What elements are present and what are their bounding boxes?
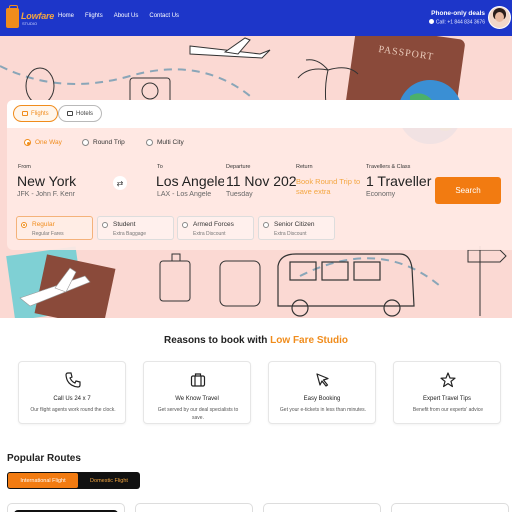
fare-regular-name: Regular [32,221,55,228]
class-value: Economy [366,191,396,198]
fare-armed-forces[interactable]: Armed Forces Extra Discount [177,216,254,240]
route-card[interactable] [391,503,509,512]
reasons-heading-prefix: Reasons to book with [164,335,271,346]
popular-routes-heading: Popular Routes [7,453,81,464]
departure-label: Departure [226,164,251,170]
return-label: Return [296,164,313,170]
radio-armed-forces[interactable] [182,222,188,228]
reason-title: Call Us 24 x 7 [53,396,91,402]
luggage-sketch [159,253,261,307]
fare-senior-citizen-sub: Extra Discount [274,231,307,237]
route-card[interactable] [263,503,381,512]
fare-senior-citizen[interactable]: Senior Citizen Extra Discount [258,216,335,240]
to-airport: LAX - Los Angele [157,191,212,198]
trip-round-trip[interactable]: Round Trip [82,139,125,146]
reason-text: Get your e-tickets in less than minutes. [279,407,367,413]
suitcase-icon [6,5,19,28]
return-round-trip-note[interactable]: Book Round Trip to save extra [296,177,368,197]
radio-senior-citizen[interactable] [263,222,269,228]
radio-multi-city[interactable] [146,139,153,146]
reason-card-travel: We Know Travel Get served by our deal sp… [143,361,251,424]
nav-about-us[interactable]: About Us [114,13,139,19]
radio-regular[interactable] [21,222,27,228]
fare-student-sub: Extra Baggage [113,231,147,237]
deals-phone: Call: +1 844 834 3676 [428,19,485,26]
fare-student[interactable]: Student Extra Baggage [97,216,174,240]
flight-search-panel: Flights Hotels One Way Round Trip Multi … [7,100,512,250]
reasons-heading: Reasons to book with Low Fare Studio [0,335,512,346]
phone-deals[interactable]: Phone-only deals Call: +1 844 834 3676 [428,10,485,26]
from-airport: JFK - John F. Kenr [17,191,75,198]
travellers-value[interactable]: 1 Traveller [366,173,436,189]
tab-hotels-label: Hotels [76,110,94,117]
departure-day: Tuesday [226,191,253,198]
from-label: From [18,164,31,170]
swap-icon[interactable]: ⇄ [113,176,127,190]
airplane-sketch [189,37,271,59]
signpost-sketch [467,246,507,316]
route-card[interactable] [135,503,253,512]
radio-one-way[interactable] [24,139,31,146]
departure-date[interactable]: 11 Nov 202 [226,173,296,189]
fare-regular[interactable]: Regular Regular Fares [16,216,93,240]
search-tabs-bar: Flights Hotels [7,100,512,128]
reason-title: Easy Booking [303,396,341,402]
site-logo[interactable]: Lowfare STUDIO [6,5,54,30]
main-nav: Home Flights About Us Contact Us [58,13,179,19]
nav-home[interactable]: Home [58,13,74,19]
fare-senior-citizen-name: Senior Citizen [274,221,315,228]
route-card[interactable] [7,503,125,512]
site-header: Lowfare STUDIO Home Flights About Us Con… [0,0,512,36]
trip-round-trip-label: Round Trip [93,139,125,146]
reason-title: Expert Travel Tips [422,396,472,402]
reason-title: We Know Travel [175,396,219,402]
to-label: To [157,164,163,170]
from-city[interactable]: New York [17,173,105,189]
briefcase-icon [190,373,206,387]
reason-text: Get served by our deal specialists to sa… [157,407,239,421]
fare-armed-forces-name: Armed Forces [193,221,234,228]
tab-hotels[interactable]: Hotels [58,105,103,122]
phone-number: Call: +1 844 834 3676 [435,19,485,26]
nav-contact-us[interactable]: Contact Us [149,13,179,19]
plane-icon [22,111,28,116]
radio-round-trip[interactable] [82,139,89,146]
reason-text: Benefit from our experts' advice [412,407,484,413]
fare-regular-sub: Regular Fares [32,231,64,237]
hotel-icon [67,111,73,116]
fare-student-name: Student [113,221,136,228]
toggle-international[interactable]: International Flight [8,473,78,488]
tab-flights[interactable]: Flights [13,105,58,122]
toggle-domestic[interactable]: Domestic Flight [79,473,139,488]
reasons-heading-brand: Low Fare Studio [270,335,348,346]
star-icon [440,372,456,388]
to-city[interactable]: Los Angele [156,173,224,189]
search-button[interactable]: Search [435,177,501,204]
trip-multi-city-label: Multi City [157,139,184,146]
route-type-toggle: International Flight Domestic Flight [7,472,140,489]
van-sketch [277,253,415,317]
logo-text: Lowfare [21,11,55,21]
agent-avatar [488,6,511,29]
tab-flights-label: Flights [31,110,49,117]
phone-icon [65,372,81,388]
trip-one-way[interactable]: One Way [24,139,62,146]
radio-student[interactable] [102,222,108,228]
reason-text: Our flight agents work round the clock. [30,407,116,413]
fare-armed-forces-sub: Extra Discount [193,231,226,237]
trip-one-way-label: One Way [35,139,62,146]
deals-title: Phone-only deals [431,10,485,17]
travellers-label: Travellers & Class [366,164,411,170]
cursor-icon [316,373,329,387]
trip-multi-city[interactable]: Multi City [146,139,184,146]
reason-card-tips: Expert Travel Tips Benefit from our expe… [393,361,501,424]
logo-subtext: STUDIO [22,21,38,26]
phone-icon [428,19,434,24]
nav-flights[interactable]: Flights [85,13,103,19]
reason-card-call: Call Us 24 x 7 Our flight agents work ro… [18,361,126,424]
reason-card-booking: Easy Booking Get your e-tickets in less … [268,361,376,424]
